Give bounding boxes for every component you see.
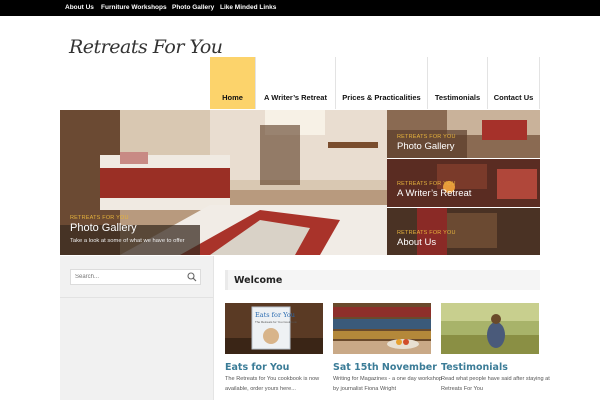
top-link-about-us[interactable]: About Us [65,0,94,16]
side-slide-eyebrow: Retreats For You [397,181,456,187]
side-slide-eyebrow: Retreats For You [397,134,456,140]
hero-eyebrow: Retreats For You [70,215,129,221]
nav-tab-home[interactable]: Home [210,57,255,109]
site-logo[interactable]: Retreats For You [69,36,223,58]
hero-slide[interactable]: Retreats For You Photo Gallery Take a lo… [60,110,387,255]
top-link-furniture-workshops[interactable]: Furniture Workshops [101,0,167,16]
card-description: The Retreats for You cookbook is now ava… [225,376,320,392]
side-slide-caption: Retreats For You Photo Gallery [397,134,456,152]
search-icon[interactable] [187,272,197,282]
nav-tab-prices-practicalities[interactable]: Prices & Practicalities [335,57,427,109]
nav-tab-label: A Writer’s Retreat [264,93,327,102]
side-slide-caption: Retreats For You About Us [397,230,456,248]
nav-tab-label: Contact Us [493,93,534,102]
side-slide-title: Photo Gallery [397,141,455,152]
search-input[interactable] [75,270,185,284]
top-bar: About Us Furniture Workshops Photo Galle… [0,0,600,16]
nav-tab-testimonials[interactable]: Testimonials [427,57,487,109]
outdoor-person-image [441,303,539,354]
nav-tab-writers-retreat[interactable]: A Writer’s Retreat [255,57,335,109]
card-title[interactable]: Testimonials [441,362,508,373]
side-slide-title: A Writer’s Retreat [397,188,472,199]
card-title[interactable]: Sat 15th November [333,362,437,373]
welcome-title: Welcome [234,275,283,286]
side-slide-writers-retreat[interactable]: Retreats For You A Writer’s Retreat [387,159,540,207]
top-link-photo-gallery[interactable]: Photo Gallery [172,0,214,16]
nav-tab-label: Prices & Practicalities [342,93,421,102]
nav-tab-contact-us[interactable]: Contact Us [487,57,540,109]
card-description: Read what people have said after staying… [441,376,550,392]
book-title: Eats for You [255,311,295,319]
search-box [70,269,201,285]
card-image[interactable] [441,303,539,354]
hero-subtitle: Take a look at some of what we have to o… [70,238,185,244]
sidebar-divider [60,297,213,298]
side-slide-caption: Retreats For You A Writer’s Retreat [397,181,471,199]
side-slide-about-us[interactable]: Retreats For You About Us [387,208,540,255]
welcome-header: Welcome [225,270,540,290]
nav-tab-label: Testimonials [434,93,481,102]
card-description: Writing for Magazines - a one day worksh… [333,376,443,392]
side-slide-photo-gallery[interactable]: Retreats For You Photo Gallery [387,110,540,158]
nav-tab-label: Home [222,93,243,102]
card-title[interactable]: Eats for You [225,362,289,373]
bookshelf-image [333,303,431,354]
cookbook-image: Eats for You The Retreats for You Cookbo… [225,303,323,354]
card-image[interactable]: Eats for You The Retreats for You Cookbo… [225,303,323,354]
side-slide-title: About Us [397,237,437,248]
book-subtitle: The Retreats for You Cookbook [255,320,297,324]
hero-caption: Retreats For You Photo Gallery Take a lo… [70,215,185,244]
top-link-like-minded-links[interactable]: Like Minded Links [220,0,276,16]
card-image[interactable] [333,303,431,354]
hero-title[interactable]: Photo Gallery [70,222,185,234]
side-slide-eyebrow: Retreats For You [397,230,456,236]
sidebar [60,256,214,400]
